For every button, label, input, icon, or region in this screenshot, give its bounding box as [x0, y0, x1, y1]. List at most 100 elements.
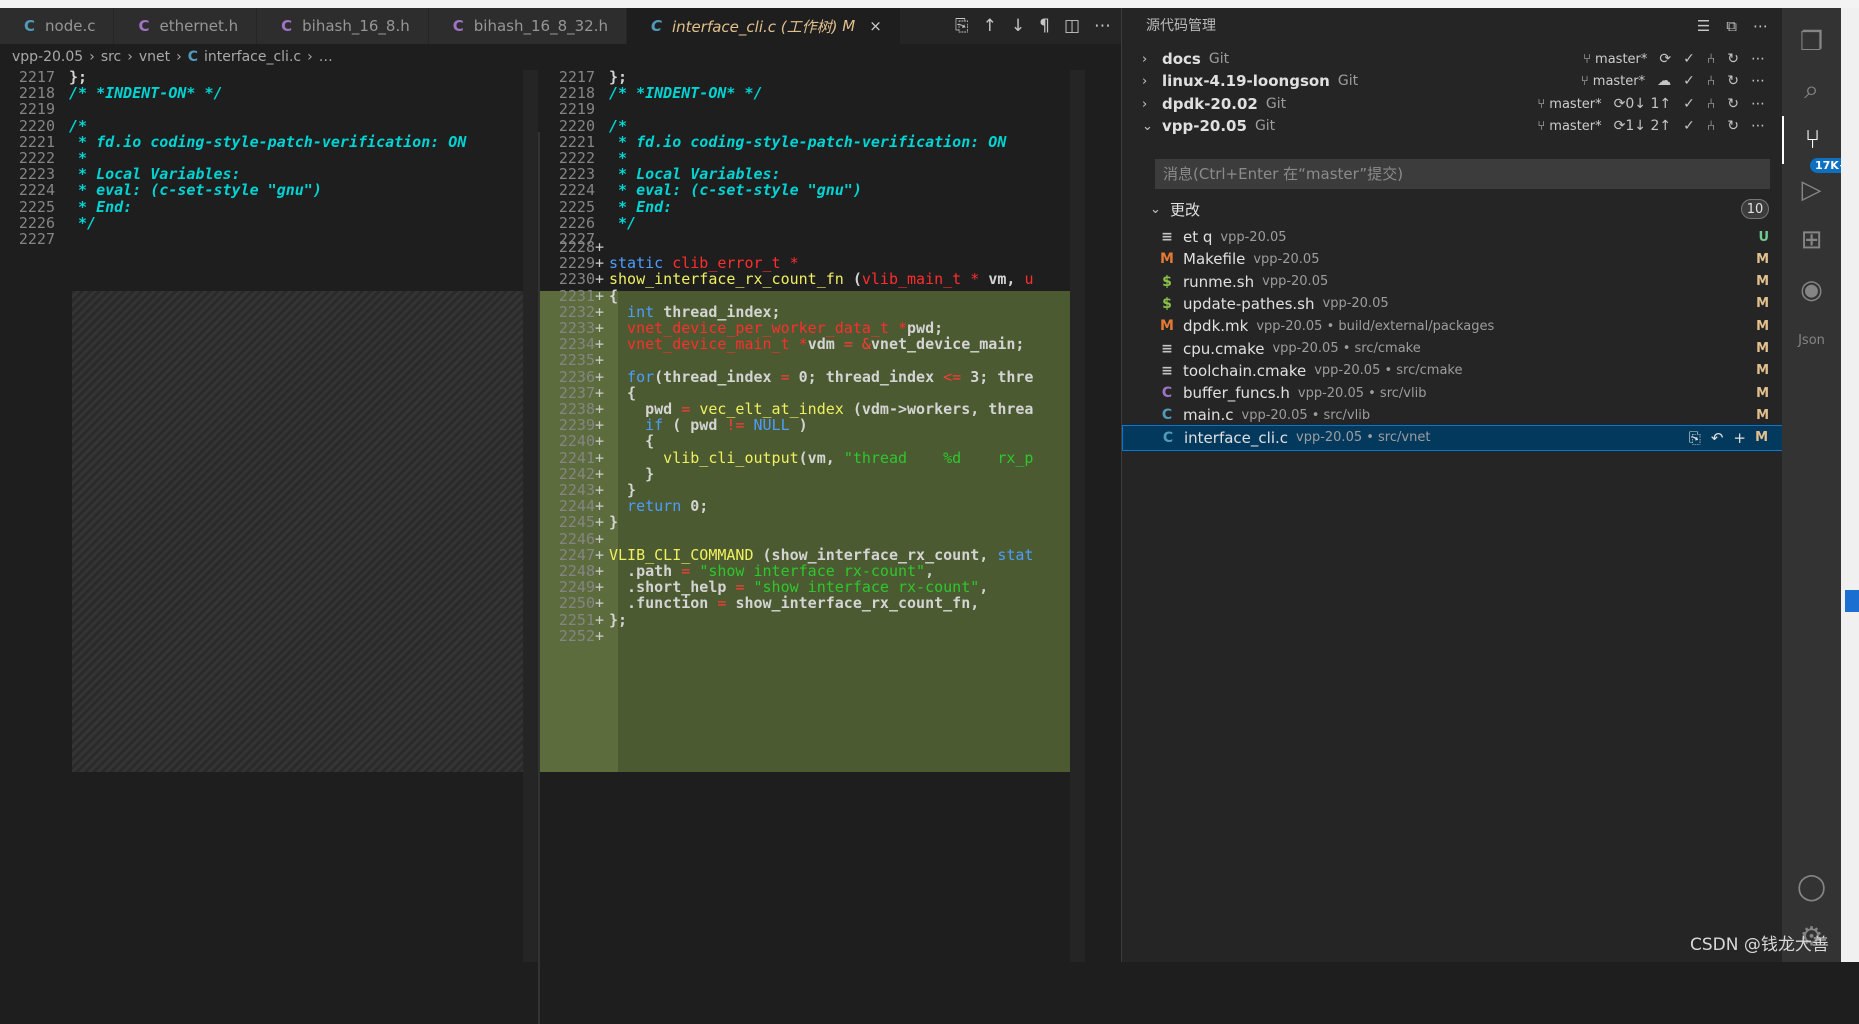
explorer-icon[interactable]: ❐ — [1782, 18, 1841, 66]
refresh-icon[interactable]: ↻ — [1727, 118, 1739, 134]
diff-original-pane[interactable]: 2217 }; 2218 /* *INDENT-ON* */2219 2220 /… — [0, 70, 538, 962]
commit-message-input[interactable]: 消息(Ctrl+Enter 在“master”提交) — [1155, 159, 1770, 189]
tab-ethernet-h[interactable]: Cethernet.h — [114, 8, 258, 44]
file-status: U — [1758, 229, 1769, 245]
commit-check-icon[interactable]: ✓ — [1683, 51, 1695, 67]
more-actions-icon[interactable]: ⋯ — [1751, 96, 1765, 112]
tab-label: ethernet.h — [159, 17, 239, 35]
file-type-icon: $ — [1162, 295, 1172, 312]
repo-vpp-20.05[interactable]: ⌄ vpp-20.05 Git ⑂ master* ⟳1↓ 2↑ ✓ ⑃ ↻ ⋯ — [1122, 113, 1783, 139]
chevron-right-icon: › — [307, 49, 313, 65]
branch-label[interactable]: ⑂ master* — [1581, 74, 1645, 89]
editor-area: Cnode.c Cethernet.h Cbihash_16_8.h Cbiha… — [0, 8, 1121, 1024]
h-file-icon: C — [452, 17, 464, 35]
arrow-down-icon[interactable]: ↓ — [1011, 16, 1025, 36]
scrollbar[interactable] — [523, 70, 538, 962]
pull-request-icon[interactable]: ⑃ — [1707, 51, 1715, 67]
file-path: vpp-20.05 • src/cmake — [1314, 363, 1463, 379]
chevron-down-icon: ⌄ — [1150, 201, 1161, 217]
tab-label: interface_cli.c (工作树) — [672, 17, 838, 36]
chevron-icon: › — [1142, 73, 1148, 89]
pull-request-icon[interactable]: ⑃ — [1707, 73, 1715, 89]
tab-node-c[interactable]: Cnode.c — [0, 8, 115, 44]
commit-check-icon[interactable]: ✓ — [1683, 73, 1695, 89]
line-number: 2227 — [18, 230, 55, 248]
repo-provider: Git — [1208, 51, 1230, 67]
tab-interface-cli-c[interactable]: Cinterface_cli.c (工作树) M × — [626, 8, 901, 44]
diff-editor: 2217 }; 2218 /* *INDENT-ON* */2219 2220 /… — [0, 70, 1121, 1024]
source-control-icon[interactable]: ⑂ — [1782, 116, 1841, 164]
commit-check-icon[interactable]: ✓ — [1683, 96, 1695, 112]
extensions-icon[interactable]: ⊞ — [1782, 216, 1841, 264]
c-file-icon: C — [24, 17, 36, 35]
breadcrumb-item[interactable]: vnet — [139, 49, 170, 65]
search-icon[interactable]: ⌕ — [1782, 66, 1841, 114]
file-name: main.c — [1183, 406, 1234, 425]
changed-file-item[interactable]: Cinterface_cli.c vpp-20.05 • src/vnet ⎘ ↶ + M — [1122, 424, 1783, 451]
commit-check-icon[interactable]: ✓ — [1683, 118, 1695, 134]
diff-modified-pane[interactable]: 2217 }; 2218 /* *INDENT-ON* */2219 2220 /… — [540, 70, 1085, 962]
file-status: M — [1756, 318, 1769, 334]
tab-label: node.c — [45, 17, 96, 35]
refresh-icon[interactable]: ↻ — [1727, 73, 1739, 89]
watermark: CSDN @钱龙大善 — [1690, 935, 1829, 955]
chevron-icon: ⌄ — [1142, 118, 1153, 134]
branch-label[interactable]: ⑂ master* — [1583, 52, 1647, 67]
changes-count-badge: 10 — [1741, 199, 1769, 219]
discard-icon[interactable]: ↶ — [1711, 429, 1724, 447]
pilcrow-icon[interactable]: ¶ — [1039, 16, 1050, 36]
refresh-icon[interactable]: ↻ — [1727, 96, 1739, 112]
account-icon[interactable]: ◯ — [1782, 863, 1841, 911]
json-icon[interactable]: Json — [1782, 316, 1841, 364]
file-status: M — [1756, 296, 1769, 312]
breadcrumb-item[interactable]: interface_cli.c — [204, 49, 301, 65]
breadcrumb-item[interactable]: … — [319, 49, 333, 65]
sync-icon[interactable]: ⟳1↓ 2↑ — [1614, 118, 1671, 134]
tab-bihash-16-8-32-h[interactable]: Cbihash_16_8_32.h — [428, 8, 627, 44]
background-window-tab — [1845, 590, 1859, 612]
branch-label[interactable]: ⑂ master* — [1537, 97, 1601, 112]
changes-header[interactable]: ⌄ 更改 10 — [1122, 196, 1783, 222]
open-file-icon[interactable]: ⎘ — [955, 16, 969, 36]
collapse-all-icon[interactable]: ⧉ — [1726, 17, 1737, 35]
close-icon[interactable]: × — [869, 17, 882, 35]
repo-actions: ⑂ master* ⟳ ✓ ⑃ ↻ ⋯ — [1583, 51, 1765, 67]
pull-request-icon[interactable]: ⑃ — [1707, 96, 1715, 112]
sync-icon[interactable]: ⟳ — [1659, 51, 1671, 67]
run-debug-icon[interactable]: ▷ — [1782, 166, 1841, 214]
branch-label[interactable]: ⑂ master* — [1537, 119, 1601, 134]
open-file-icon[interactable]: ⎘ — [1689, 429, 1701, 447]
file-type-icon: M — [1160, 318, 1174, 335]
more-actions-icon[interactable]: ⋯ — [1751, 118, 1765, 134]
chevron-right-icon: › — [176, 49, 182, 65]
stage-plus-icon[interactable]: + — [1733, 429, 1746, 447]
pull-request-icon[interactable]: ⑃ — [1707, 118, 1715, 134]
chevron-icon: › — [1142, 51, 1148, 67]
chevron-icon: › — [1142, 96, 1148, 112]
more-actions-icon[interactable]: ⋯ — [1094, 16, 1111, 36]
list-view-icon[interactable]: ☰ — [1697, 17, 1710, 35]
diff-marker: + — [595, 626, 605, 645]
github-icon[interactable]: ◉ — [1782, 266, 1841, 314]
breadcrumb-item[interactable]: src — [101, 49, 121, 65]
refresh-icon[interactable]: ↻ — [1727, 51, 1739, 67]
changes-label: 更改 — [1170, 200, 1201, 219]
sync-icon[interactable]: ☁ — [1657, 73, 1671, 89]
more-actions-icon[interactable]: ⋯ — [1751, 51, 1765, 67]
file-path: vpp-20.05 • build/external/packages — [1256, 318, 1495, 334]
more-actions-icon[interactable]: ⋯ — [1751, 73, 1765, 89]
more-actions-icon[interactable]: ⋯ — [1753, 17, 1768, 35]
c-file-icon: C — [650, 17, 662, 35]
arrow-up-icon[interactable]: ↑ — [983, 16, 997, 36]
split-editor-icon[interactable]: ◫ — [1064, 16, 1080, 36]
scrollbar[interactable] — [1070, 70, 1085, 962]
breadcrumb-item[interactable]: vpp-20.05 — [12, 49, 83, 65]
file-name: toolchain.cmake — [1183, 361, 1307, 380]
activity-bar: ❐ ⌕ ⑂ 17K+ ▷ ⊞ ◉ Json ◯ ⚙ — [1782, 8, 1854, 962]
sync-icon[interactable]: ⟳0↓ 1↑ — [1614, 96, 1671, 112]
file-status: M — [1756, 251, 1769, 267]
code-line: 2252+ — [540, 627, 1085, 646]
top-strip — [0, 0, 1859, 8]
h-file-icon: C — [281, 17, 293, 35]
tab-bihash-16-8-h[interactable]: Cbihash_16_8.h — [257, 8, 429, 44]
